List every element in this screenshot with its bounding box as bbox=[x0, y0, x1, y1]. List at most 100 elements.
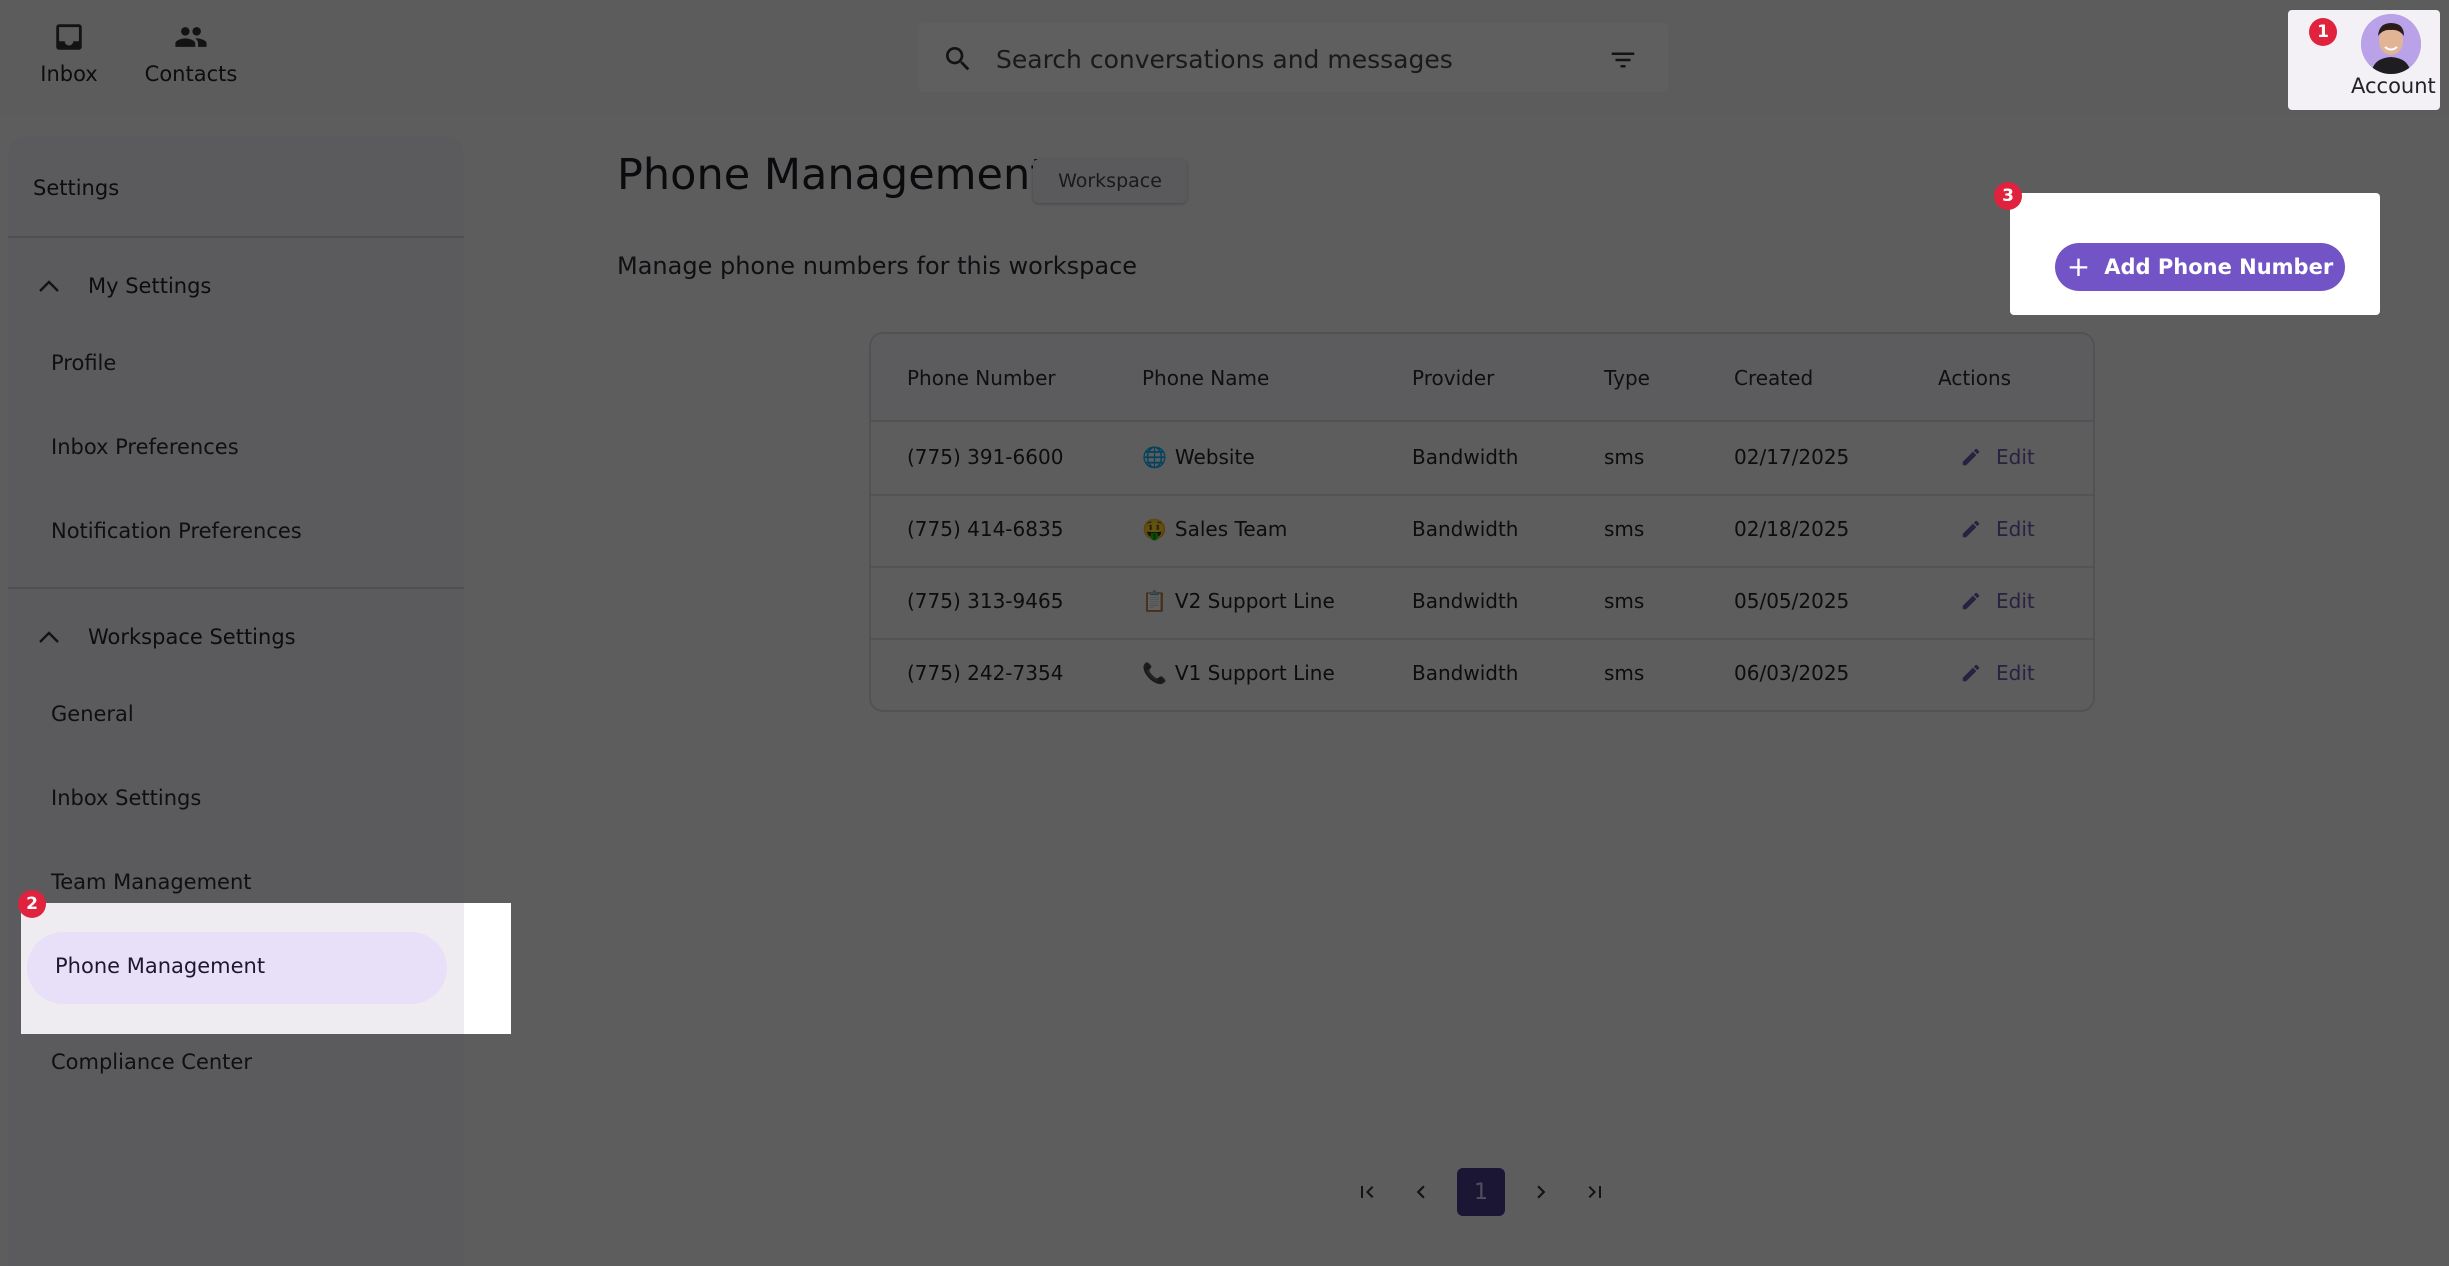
created-cell: 06/03/2025 bbox=[1734, 661, 1850, 685]
nav-inbox[interactable]: Inbox bbox=[36, 20, 102, 86]
annotation-badge-1: 1 bbox=[2309, 18, 2337, 46]
section-label: My Settings bbox=[88, 274, 212, 298]
annotation-badge-3: 3 bbox=[1994, 182, 2022, 210]
top-bar: Inbox Contacts Search conversations and … bbox=[0, 0, 2449, 116]
edit-label: Edit bbox=[1996, 661, 2035, 685]
nav-contacts-label: Contacts bbox=[144, 62, 238, 86]
type-cell: sms bbox=[1604, 445, 1645, 469]
phone-name-cell: 🌐 Website bbox=[1142, 445, 1255, 469]
provider-cell: Bandwidth bbox=[1412, 445, 1519, 469]
section-workspace-settings[interactable]: Workspace Settings bbox=[38, 625, 296, 649]
phone-name-text: V1 Support Line bbox=[1174, 661, 1335, 685]
add-phone-number-button[interactable]: + Add Phone Number bbox=[2055, 243, 2345, 291]
phone-name-emoji: 🌐 bbox=[1142, 445, 1167, 469]
edit-label: Edit bbox=[1996, 589, 2035, 613]
edit-button[interactable]: Edit bbox=[1960, 445, 2035, 469]
sidebar-item-team-management[interactable]: Team Management bbox=[51, 870, 252, 894]
type-cell: sms bbox=[1604, 661, 1645, 685]
workspace-chip: Workspace bbox=[1033, 159, 1187, 203]
plus-icon: + bbox=[2066, 250, 2091, 283]
settings-sidebar: Settings My Settings Profile Inbox Prefe… bbox=[8, 136, 464, 1266]
last-page-button[interactable] bbox=[1571, 1168, 1619, 1216]
divider bbox=[8, 587, 464, 589]
edit-button[interactable]: Edit bbox=[1960, 661, 2035, 685]
edit-label: Edit bbox=[1996, 445, 2035, 469]
phone-management-highlight: Phone Management bbox=[21, 903, 511, 1034]
phone-name-emoji: 🤑 bbox=[1142, 517, 1167, 541]
phone-number-cell: (775) 313-9465 bbox=[907, 589, 1064, 613]
phone-name-text: Website bbox=[1174, 445, 1255, 469]
table-row: (775) 414-6835 🤑 Sales Team Bandwidth sms 02/… bbox=[871, 494, 2093, 568]
phone-name-cell: 🤑 Sales Team bbox=[1142, 517, 1287, 541]
inbox-icon bbox=[56, 24, 82, 50]
next-page-button[interactable] bbox=[1517, 1168, 1565, 1216]
search-bar[interactable]: Search conversations and messages bbox=[918, 23, 1668, 92]
first-page-icon bbox=[1361, 1186, 1374, 1198]
phone-name-text: Sales Team bbox=[1174, 517, 1288, 541]
chevron-up-icon bbox=[39, 280, 59, 292]
table-header: Phone Number Phone Name Provider Type Cr… bbox=[871, 334, 2093, 422]
divider bbox=[8, 236, 464, 238]
section-label: Workspace Settings bbox=[88, 625, 296, 649]
sidebar-item-compliance-center[interactable]: Compliance Center bbox=[51, 1050, 252, 1074]
search-icon bbox=[946, 47, 970, 71]
created-cell: 02/18/2025 bbox=[1734, 517, 1850, 541]
nav-contacts[interactable]: Contacts bbox=[144, 20, 238, 86]
add-phone-number-label: Add Phone Number bbox=[2104, 255, 2334, 279]
provider-cell: Bandwidth bbox=[1412, 589, 1519, 613]
phone-name-cell: 📞 V1 Support Line bbox=[1142, 661, 1335, 685]
sidebar-item-general[interactable]: General bbox=[51, 702, 134, 726]
phone-name-emoji: 📋 bbox=[1142, 589, 1167, 613]
sidebar-item-inbox-preferences[interactable]: Inbox Preferences bbox=[51, 435, 239, 459]
last-page-icon bbox=[1588, 1186, 1601, 1198]
sidebar-item-notification-preferences[interactable]: Notification Preferences bbox=[51, 519, 302, 543]
avatar[interactable] bbox=[2361, 14, 2421, 74]
account-label: Account bbox=[2351, 74, 2436, 98]
chevron-left-icon bbox=[1416, 1185, 1425, 1199]
table-row: (775) 313-9465 📋 V2 Support Line Bandwidth s… bbox=[871, 566, 2093, 640]
pencil-icon bbox=[1962, 664, 1980, 682]
edit-button[interactable]: Edit bbox=[1960, 517, 2035, 541]
edit-label: Edit bbox=[1996, 517, 2035, 541]
page-subtitle: Manage phone numbers for this workspace bbox=[617, 252, 1138, 280]
page-title: Phone Management bbox=[617, 150, 1048, 200]
chevron-up-icon bbox=[39, 631, 59, 643]
phone-name-cell: 📋 V2 Support Line bbox=[1142, 589, 1335, 613]
first-page-button[interactable] bbox=[1343, 1168, 1391, 1216]
provider-cell: Bandwidth bbox=[1412, 661, 1519, 685]
column-header: Phone Number bbox=[907, 366, 1056, 390]
phone-table: Phone Number Phone Name Provider Type Cr… bbox=[869, 332, 2095, 712]
created-cell: 02/17/2025 bbox=[1734, 445, 1850, 469]
phone-name-emoji: 📞 bbox=[1142, 661, 1167, 685]
pencil-icon bbox=[1962, 520, 1980, 538]
edit-button[interactable]: Edit bbox=[1960, 589, 2035, 613]
phone-number-cell: (775) 414-6835 bbox=[907, 517, 1064, 541]
pencil-icon bbox=[1962, 448, 1980, 466]
nav-inbox-label: Inbox bbox=[40, 62, 98, 86]
column-header: Actions bbox=[1938, 366, 2012, 390]
sidebar-item-inbox-settings[interactable]: Inbox Settings bbox=[51, 786, 201, 810]
section-my-settings[interactable]: My Settings bbox=[38, 274, 211, 298]
prev-page-button[interactable] bbox=[1397, 1168, 1445, 1216]
contacts-icon bbox=[175, 27, 207, 47]
sidebar-item-phone-management[interactable]: Phone Management bbox=[27, 932, 447, 1004]
page-number-current[interactable]: 1 bbox=[1457, 1168, 1505, 1216]
provider-cell: Bandwidth bbox=[1412, 517, 1519, 541]
column-header: Phone Name bbox=[1142, 366, 1270, 390]
pencil-icon bbox=[1962, 592, 1980, 610]
phone-name-text: V2 Support Line bbox=[1174, 589, 1335, 613]
sidebar-title: Settings bbox=[33, 176, 120, 200]
table-row: (775) 391-6600 🌐 Website Bandwidth sms 02/17/… bbox=[871, 422, 2093, 496]
filter-icon[interactable] bbox=[1608, 45, 1638, 75]
column-header: Created bbox=[1734, 366, 1814, 390]
annotation-badge-2: 2 bbox=[18, 890, 46, 918]
type-cell: sms bbox=[1604, 517, 1645, 541]
sidebar-item-profile[interactable]: Profile bbox=[51, 351, 116, 375]
phone-number-cell: (775) 391-6600 bbox=[907, 445, 1064, 469]
search-input[interactable]: Search conversations and messages bbox=[996, 45, 1453, 74]
created-cell: 05/05/2025 bbox=[1734, 589, 1850, 613]
column-header: Type bbox=[1604, 366, 1650, 390]
type-cell: sms bbox=[1604, 589, 1645, 613]
phone-number-cell: (775) 242-7354 bbox=[907, 661, 1064, 685]
sidebar-item-label: Phone Management bbox=[55, 954, 266, 978]
